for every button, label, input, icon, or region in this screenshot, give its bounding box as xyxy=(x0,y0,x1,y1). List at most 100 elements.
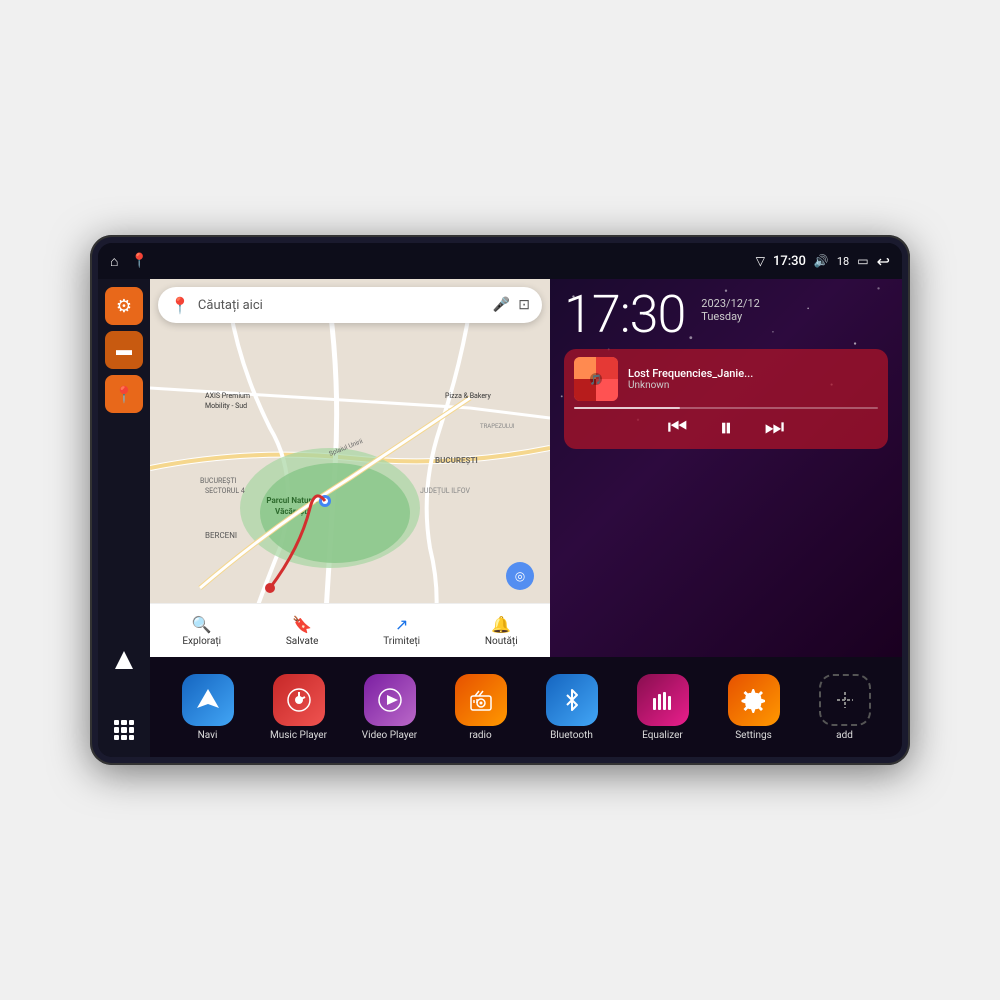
next-button[interactable]: ⏭ xyxy=(765,417,785,439)
app-settings[interactable]: Settings xyxy=(722,674,786,741)
map-search-bar[interactable]: 📍 Căutați aici 🎤 ⊡ xyxy=(158,287,542,323)
status-bar-left: ⌂ 📍 xyxy=(110,253,148,270)
svg-text:🎵: 🎵 xyxy=(590,374,602,386)
map-saved-button[interactable]: 🔖 Salvate xyxy=(286,615,319,647)
status-bar: ⌂ 📍 ▽ 17:30 🔊 18 ▭ ↩ xyxy=(98,243,902,279)
video-player-icon xyxy=(364,674,416,726)
bluetooth-label: Bluetooth xyxy=(550,730,593,741)
settings-label: Settings xyxy=(735,730,772,741)
status-time: 17:30 xyxy=(773,254,806,269)
big-clock: 17:30 xyxy=(564,289,685,341)
music-player-label: Music Player xyxy=(270,730,327,741)
nav-arrow-icon xyxy=(115,651,133,669)
map-explore-button[interactable]: 🔍 Explorați xyxy=(182,615,221,647)
svg-text:BERCENI: BERCENI xyxy=(205,531,237,540)
svg-text:◎: ◎ xyxy=(515,569,525,583)
mic-icon[interactable]: 🎤 xyxy=(493,297,510,313)
back-icon[interactable]: ↩ xyxy=(877,252,890,271)
svg-text:BUCUREȘTI: BUCUREȘTI xyxy=(200,477,237,485)
music-progress-bar xyxy=(574,407,878,409)
date-line: 2023/12/12 xyxy=(701,297,760,310)
location-icon: 📍 xyxy=(114,385,134,404)
content-area: 📍 Căutați aici 🎤 ⊡ xyxy=(150,279,902,757)
svg-text:TRAPEZULUI: TRAPEZULUI xyxy=(480,423,515,430)
music-controls: ⏮ ⏸ ⏭ xyxy=(574,415,878,441)
music-widget: 🎵 Lost Frequencies_Janie... Unknown xyxy=(564,349,888,449)
map-news-button[interactable]: 🔔 Noutăți xyxy=(485,615,518,647)
news-label: Noutăți xyxy=(485,636,518,647)
prev-button[interactable]: ⏮ xyxy=(668,417,688,439)
saved-label: Salvate xyxy=(286,636,319,647)
screen: ⌂ 📍 ▽ 17:30 🔊 18 ▭ ↩ ⚙ ▬ xyxy=(98,243,902,757)
svg-text:JUDEȚUL ILFOV: JUDEȚUL ILFOV xyxy=(420,487,471,495)
grid-icon xyxy=(114,720,134,740)
equalizer-label: Equalizer xyxy=(642,730,683,741)
svg-text:Mobility - Sud: Mobility - Sud xyxy=(205,402,247,410)
date-info: 2023/12/12 Tuesday xyxy=(701,289,760,323)
layers-icon[interactable]: ⊡ xyxy=(518,297,530,313)
app-add[interactable]: add xyxy=(813,674,877,741)
svg-text:BUCUREȘTI: BUCUREȘTI xyxy=(435,456,478,466)
navi-icon xyxy=(182,674,234,726)
apps-bar: Navi Music Player xyxy=(150,657,902,757)
send-icon: ↗ xyxy=(395,615,408,634)
explore-icon: 🔍 xyxy=(192,615,212,634)
sidebar-map-button[interactable]: 📍 xyxy=(105,375,143,413)
map-send-button[interactable]: ↗ Trimiteți xyxy=(383,615,420,647)
album-art: 🎵 xyxy=(574,357,618,401)
video-player-label: Video Player xyxy=(362,730,417,741)
volume-icon: 🔊 xyxy=(814,254,829,268)
gear-icon: ⚙ xyxy=(116,296,132,317)
app-video-player[interactable]: Video Player xyxy=(358,674,422,741)
map-panel: 📍 Căutați aici 🎤 ⊡ xyxy=(150,279,550,657)
app-equalizer[interactable]: Equalizer xyxy=(631,674,695,741)
news-icon: 🔔 xyxy=(491,615,511,634)
app-bluetooth[interactable]: Bluetooth xyxy=(540,674,604,741)
send-label: Trimiteți xyxy=(383,636,420,647)
music-player-icon xyxy=(273,674,325,726)
sidebar-settings-button[interactable]: ⚙ xyxy=(105,287,143,325)
map-bottom-bar: 🔍 Explorați 🔖 Salvate ↗ Trimiteți xyxy=(150,603,550,657)
equalizer-icon xyxy=(637,674,689,726)
navi-label: Navi xyxy=(198,730,218,741)
home-icon[interactable]: ⌂ xyxy=(110,253,118,270)
radio-icon xyxy=(455,674,507,726)
svg-text:Pizza & Bakery: Pizza & Bakery xyxy=(445,392,491,400)
battery-level: 18 xyxy=(837,255,849,268)
sidebar-grid-button[interactable] xyxy=(105,711,143,749)
svg-text:SECTORUL 4: SECTORUL 4 xyxy=(205,487,245,495)
info-panel: 17:30 2023/12/12 Tuesday xyxy=(550,279,902,657)
settings-icon-app xyxy=(728,674,780,726)
add-icon xyxy=(819,674,871,726)
folder-icon: ▬ xyxy=(116,340,132,360)
sidebar: ⚙ ▬ 📍 xyxy=(98,279,150,757)
app-radio[interactable]: radio xyxy=(449,674,513,741)
pause-button[interactable]: ⏸ xyxy=(719,415,732,441)
map-pin-icon[interactable]: 📍 xyxy=(130,253,147,269)
music-title: Lost Frequencies_Janie... xyxy=(628,367,878,380)
map-search-placeholder[interactable]: Căutați aici xyxy=(198,298,485,313)
battery-icon: ▭ xyxy=(857,254,868,268)
wifi-icon: ▽ xyxy=(756,254,765,268)
svg-text:AXIS Premium: AXIS Premium xyxy=(205,392,250,400)
google-maps-logo: 📍 xyxy=(170,296,190,315)
status-bar-right: ▽ 17:30 🔊 18 ▭ ↩ xyxy=(756,252,890,271)
time-display: 17:30 2023/12/12 Tuesday xyxy=(564,289,888,341)
music-artist: Unknown xyxy=(628,380,878,391)
sidebar-nav-button[interactable] xyxy=(105,641,143,679)
bluetooth-icon-app xyxy=(546,674,598,726)
explore-label: Explorați xyxy=(182,636,221,647)
music-top: 🎵 Lost Frequencies_Janie... Unknown xyxy=(574,357,878,401)
main-content: ⚙ ▬ 📍 xyxy=(98,279,902,757)
day-line: Tuesday xyxy=(701,310,760,323)
radio-label: radio xyxy=(469,730,491,741)
saved-icon: 🔖 xyxy=(292,615,312,634)
app-music-player[interactable]: Music Player xyxy=(267,674,331,741)
map-svg: Parcul Natural Văcărești BUCUREȘTI JUDEȚ… xyxy=(150,279,550,657)
app-navi[interactable]: Navi xyxy=(176,674,240,741)
top-section: 📍 Căutați aici 🎤 ⊡ xyxy=(150,279,902,657)
add-label: add xyxy=(836,730,853,741)
music-info: Lost Frequencies_Janie... Unknown xyxy=(628,367,878,391)
sidebar-folder-button[interactable]: ▬ xyxy=(105,331,143,369)
car-display-device: ⌂ 📍 ▽ 17:30 🔊 18 ▭ ↩ ⚙ ▬ xyxy=(90,235,910,765)
